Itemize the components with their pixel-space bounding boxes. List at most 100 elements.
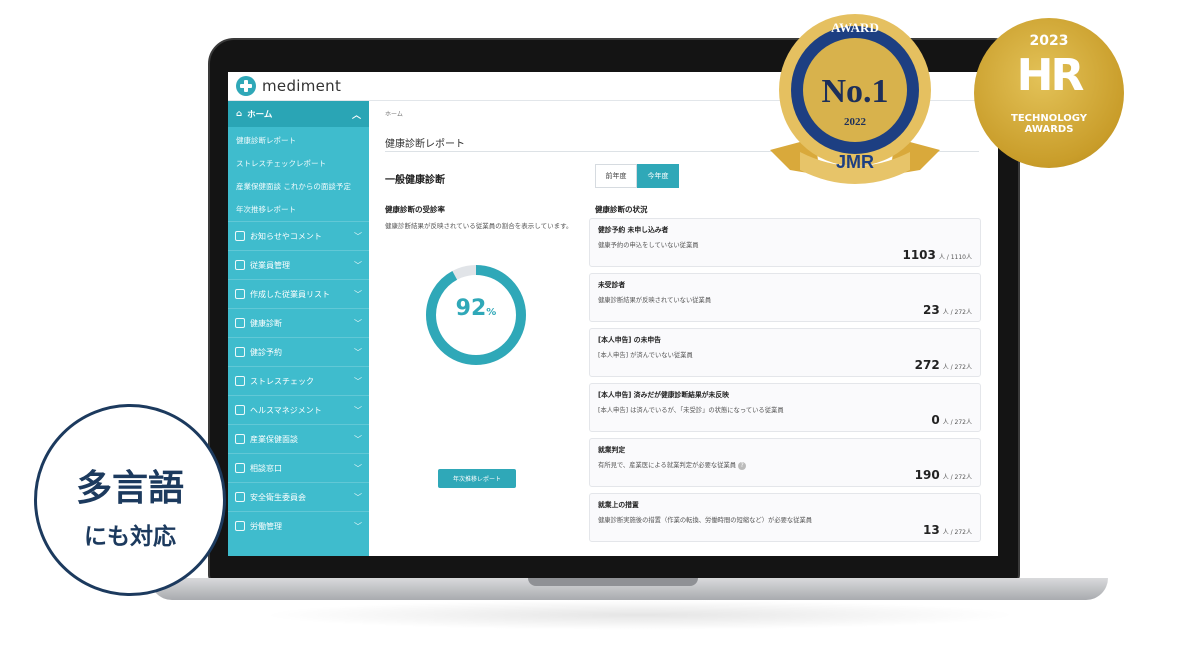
- laptop-notch: [528, 578, 698, 586]
- sidebar-item-label: 労働管理: [250, 521, 282, 531]
- card-count: 0人 / 272人: [931, 413, 972, 427]
- sidebar-item-committee[interactable]: 安全衛生委員会 ﹀: [228, 482, 369, 511]
- card-title: [本人申告] の未申告: [598, 336, 661, 344]
- sidebar-item-label: 相談窓口: [250, 463, 282, 473]
- sidebar-item-label: ヘルスマネジメント: [250, 405, 322, 415]
- sidebar-sublink[interactable]: 健康診断レポート: [228, 127, 369, 152]
- multilingual-badge: 多言語 にも対応: [34, 404, 226, 596]
- status-card[interactable]: 未受診者健康診断結果が反映されていない従業員 23 人 / 272人: [589, 273, 981, 322]
- chevron-down-icon: ﹀: [354, 347, 362, 357]
- sidebar: ⌂ ホーム ︿ 健康診断レポート ストレスチェックレポート 産業保健面談 これか…: [228, 101, 369, 556]
- breadcrumb[interactable]: ホーム: [385, 109, 403, 118]
- sidebar-item-label: 産業保健面談: [250, 434, 298, 444]
- status-card[interactable]: 就業判定 有所見で、産業医による就業判定が必要な従業員 ? 190 人 / 272人: [589, 438, 981, 487]
- chevron-down-icon: ﹀: [354, 463, 362, 473]
- rate-value: 92%: [421, 296, 531, 321]
- hr-award-year: 2023: [1029, 33, 1069, 49]
- award-rank-text: No.1: [821, 73, 888, 110]
- sidebar-item-notices[interactable]: お知らせやコメント ﹀: [228, 221, 369, 250]
- chevron-down-icon: ﹀: [354, 492, 362, 502]
- card-description: 健康診断結果が反映されていない従業員: [598, 297, 712, 304]
- inbox-icon: [235, 463, 245, 473]
- chevron-down-icon: ﹀: [354, 231, 362, 241]
- tab-previous-year[interactable]: 前年度: [595, 164, 637, 188]
- hr-technology-award-badge: 2023 HR TECHNOLOGY AWARDS: [974, 18, 1124, 168]
- chevron-up-icon: ︿: [351, 110, 361, 121]
- stethoscope-icon: [235, 318, 245, 328]
- card-count: 272 人 / 272人: [915, 358, 972, 372]
- home-icon: ⌂: [236, 109, 243, 119]
- chevron-down-icon: ﹀: [354, 521, 362, 531]
- status-title: 健康診断の状況: [595, 205, 648, 214]
- sidebar-item-label: ストレスチェック: [250, 376, 314, 386]
- status-cards: 健診予約 未申し込み者 健康予約の申込をしていない従業員 1103 人 / 1110人…: [589, 218, 981, 548]
- award-org-text: JMR: [836, 152, 874, 172]
- sidebar-item-label: ホーム: [247, 110, 273, 120]
- card-count-number: 23: [923, 303, 940, 317]
- hr-award-line1: TECHNOLOGY: [1011, 113, 1087, 124]
- hr-award-line2: AWARDS: [1024, 124, 1074, 135]
- status-card[interactable]: [本人申告] 済みだが健康診断結果が未反映 [本人申告] は済んでいるが、「未受診…: [589, 383, 981, 432]
- sidebar-item-employees[interactable]: 従業員管理 ﹀: [228, 250, 369, 279]
- sidebar-item-lists[interactable]: 作成した従業員リスト ﹀: [228, 279, 369, 308]
- chevron-down-icon: ﹀: [354, 260, 362, 270]
- sidebar-sublink[interactable]: 年次推移レポート: [228, 198, 369, 221]
- section-title: 一般健康診断: [385, 175, 445, 186]
- rate-unit: %: [486, 307, 497, 318]
- sidebar-item-checkup[interactable]: 健康診断 ﹀: [228, 308, 369, 337]
- card-count: 1103 人 / 1110人: [902, 248, 972, 262]
- card-count-total: 人 / 272人: [942, 419, 972, 426]
- page-title: 健康診断レポート: [385, 139, 465, 150]
- calendar-icon: [235, 347, 245, 357]
- sidebar-item-labor[interactable]: 労働管理 ﹀: [228, 511, 369, 540]
- card-count-total: 人 / 272人: [942, 529, 972, 536]
- rate-title: 健康診断の受診率: [385, 205, 445, 214]
- hr-award-mark: HR: [1016, 50, 1085, 101]
- sidebar-sublink[interactable]: 産業保健面談 これからの面談予定: [228, 175, 369, 198]
- app-logo[interactable]: mediment: [262, 77, 341, 95]
- card-count-number: 0: [931, 413, 940, 427]
- sidebar-item-stress[interactable]: ストレスチェック ﹀: [228, 366, 369, 395]
- sidebar-item-label: 健診予約: [250, 347, 282, 357]
- chevron-down-icon: ﹀: [354, 289, 362, 299]
- person-icon: [235, 405, 245, 415]
- card-count: 23 人 / 272人: [923, 303, 972, 317]
- status-card[interactable]: [本人申告] の未申告 [本人申告] が済んでいない従業員 272 人 / 272人: [589, 328, 981, 377]
- sidebar-item-reservation[interactable]: 健診予約 ﹀: [228, 337, 369, 366]
- card-count-number: 13: [923, 523, 940, 537]
- bell-icon: [235, 231, 245, 241]
- logo-cross-icon: [236, 76, 256, 96]
- card-description: [本人申告] は済んでいるが、「未受診」の状態になっている従業員: [598, 407, 784, 414]
- card-count-total: 人 / 272人: [942, 364, 972, 371]
- card-count: 190 人 / 272人: [915, 468, 972, 482]
- sidebar-item-home[interactable]: ⌂ ホーム ︿: [228, 101, 369, 127]
- annual-trend-button[interactable]: 年次推移レポート: [438, 469, 516, 488]
- heart-icon: [235, 376, 245, 386]
- hr-award-title: TECHNOLOGY AWARDS: [974, 113, 1124, 135]
- card-count-number: 190: [914, 468, 940, 482]
- laptop-shadow: [260, 600, 1020, 630]
- sidebar-item-consult[interactable]: 相談窓口 ﹀: [228, 453, 369, 482]
- users-icon: [235, 260, 245, 270]
- sidebar-item-label: お知らせやコメント: [250, 231, 322, 241]
- sidebar-item-interview[interactable]: 産業保健面談 ﹀: [228, 424, 369, 453]
- sidebar-item-label: 従業員管理: [250, 260, 290, 270]
- rate-description: 健康診断結果が反映されている従業員の割合を表示しています。: [385, 222, 573, 230]
- card-title: 健診予約 未申し込み者: [598, 226, 669, 234]
- no1-award-badge: AWARD No.1 2022 JMR: [770, 14, 940, 184]
- tab-current-year[interactable]: 今年度: [637, 164, 679, 188]
- sidebar-sublink[interactable]: ストレスチェックレポート: [228, 152, 369, 175]
- card-title: [本人申告] 済みだが健康診断結果が未反映: [598, 391, 729, 399]
- list-icon: [235, 289, 245, 299]
- status-card[interactable]: 健診予約 未申し込み者 健康予約の申込をしていない従業員 1103 人 / 1110人: [589, 218, 981, 267]
- status-card[interactable]: 就業上の措置 健康診断実施後の措置（作業の転換、労働時間の短縮など）が必要な従業員…: [589, 493, 981, 542]
- document-icon: [235, 492, 245, 502]
- multilingual-line2: にも対応: [84, 524, 176, 550]
- card-description-text: 有所見で、産業医による就業判定が必要な従業員: [598, 462, 737, 469]
- card-count: 13 人 / 272人: [923, 523, 972, 537]
- info-icon[interactable]: ?: [738, 462, 747, 470]
- card-title: 未受診者: [598, 281, 626, 289]
- multilingual-line1: 多言語: [75, 468, 184, 509]
- card-description: 健康診断実施後の措置（作業の転換、労働時間の短縮など）が必要な従業員: [598, 517, 813, 524]
- sidebar-item-health-mgmt[interactable]: ヘルスマネジメント ﹀: [228, 395, 369, 424]
